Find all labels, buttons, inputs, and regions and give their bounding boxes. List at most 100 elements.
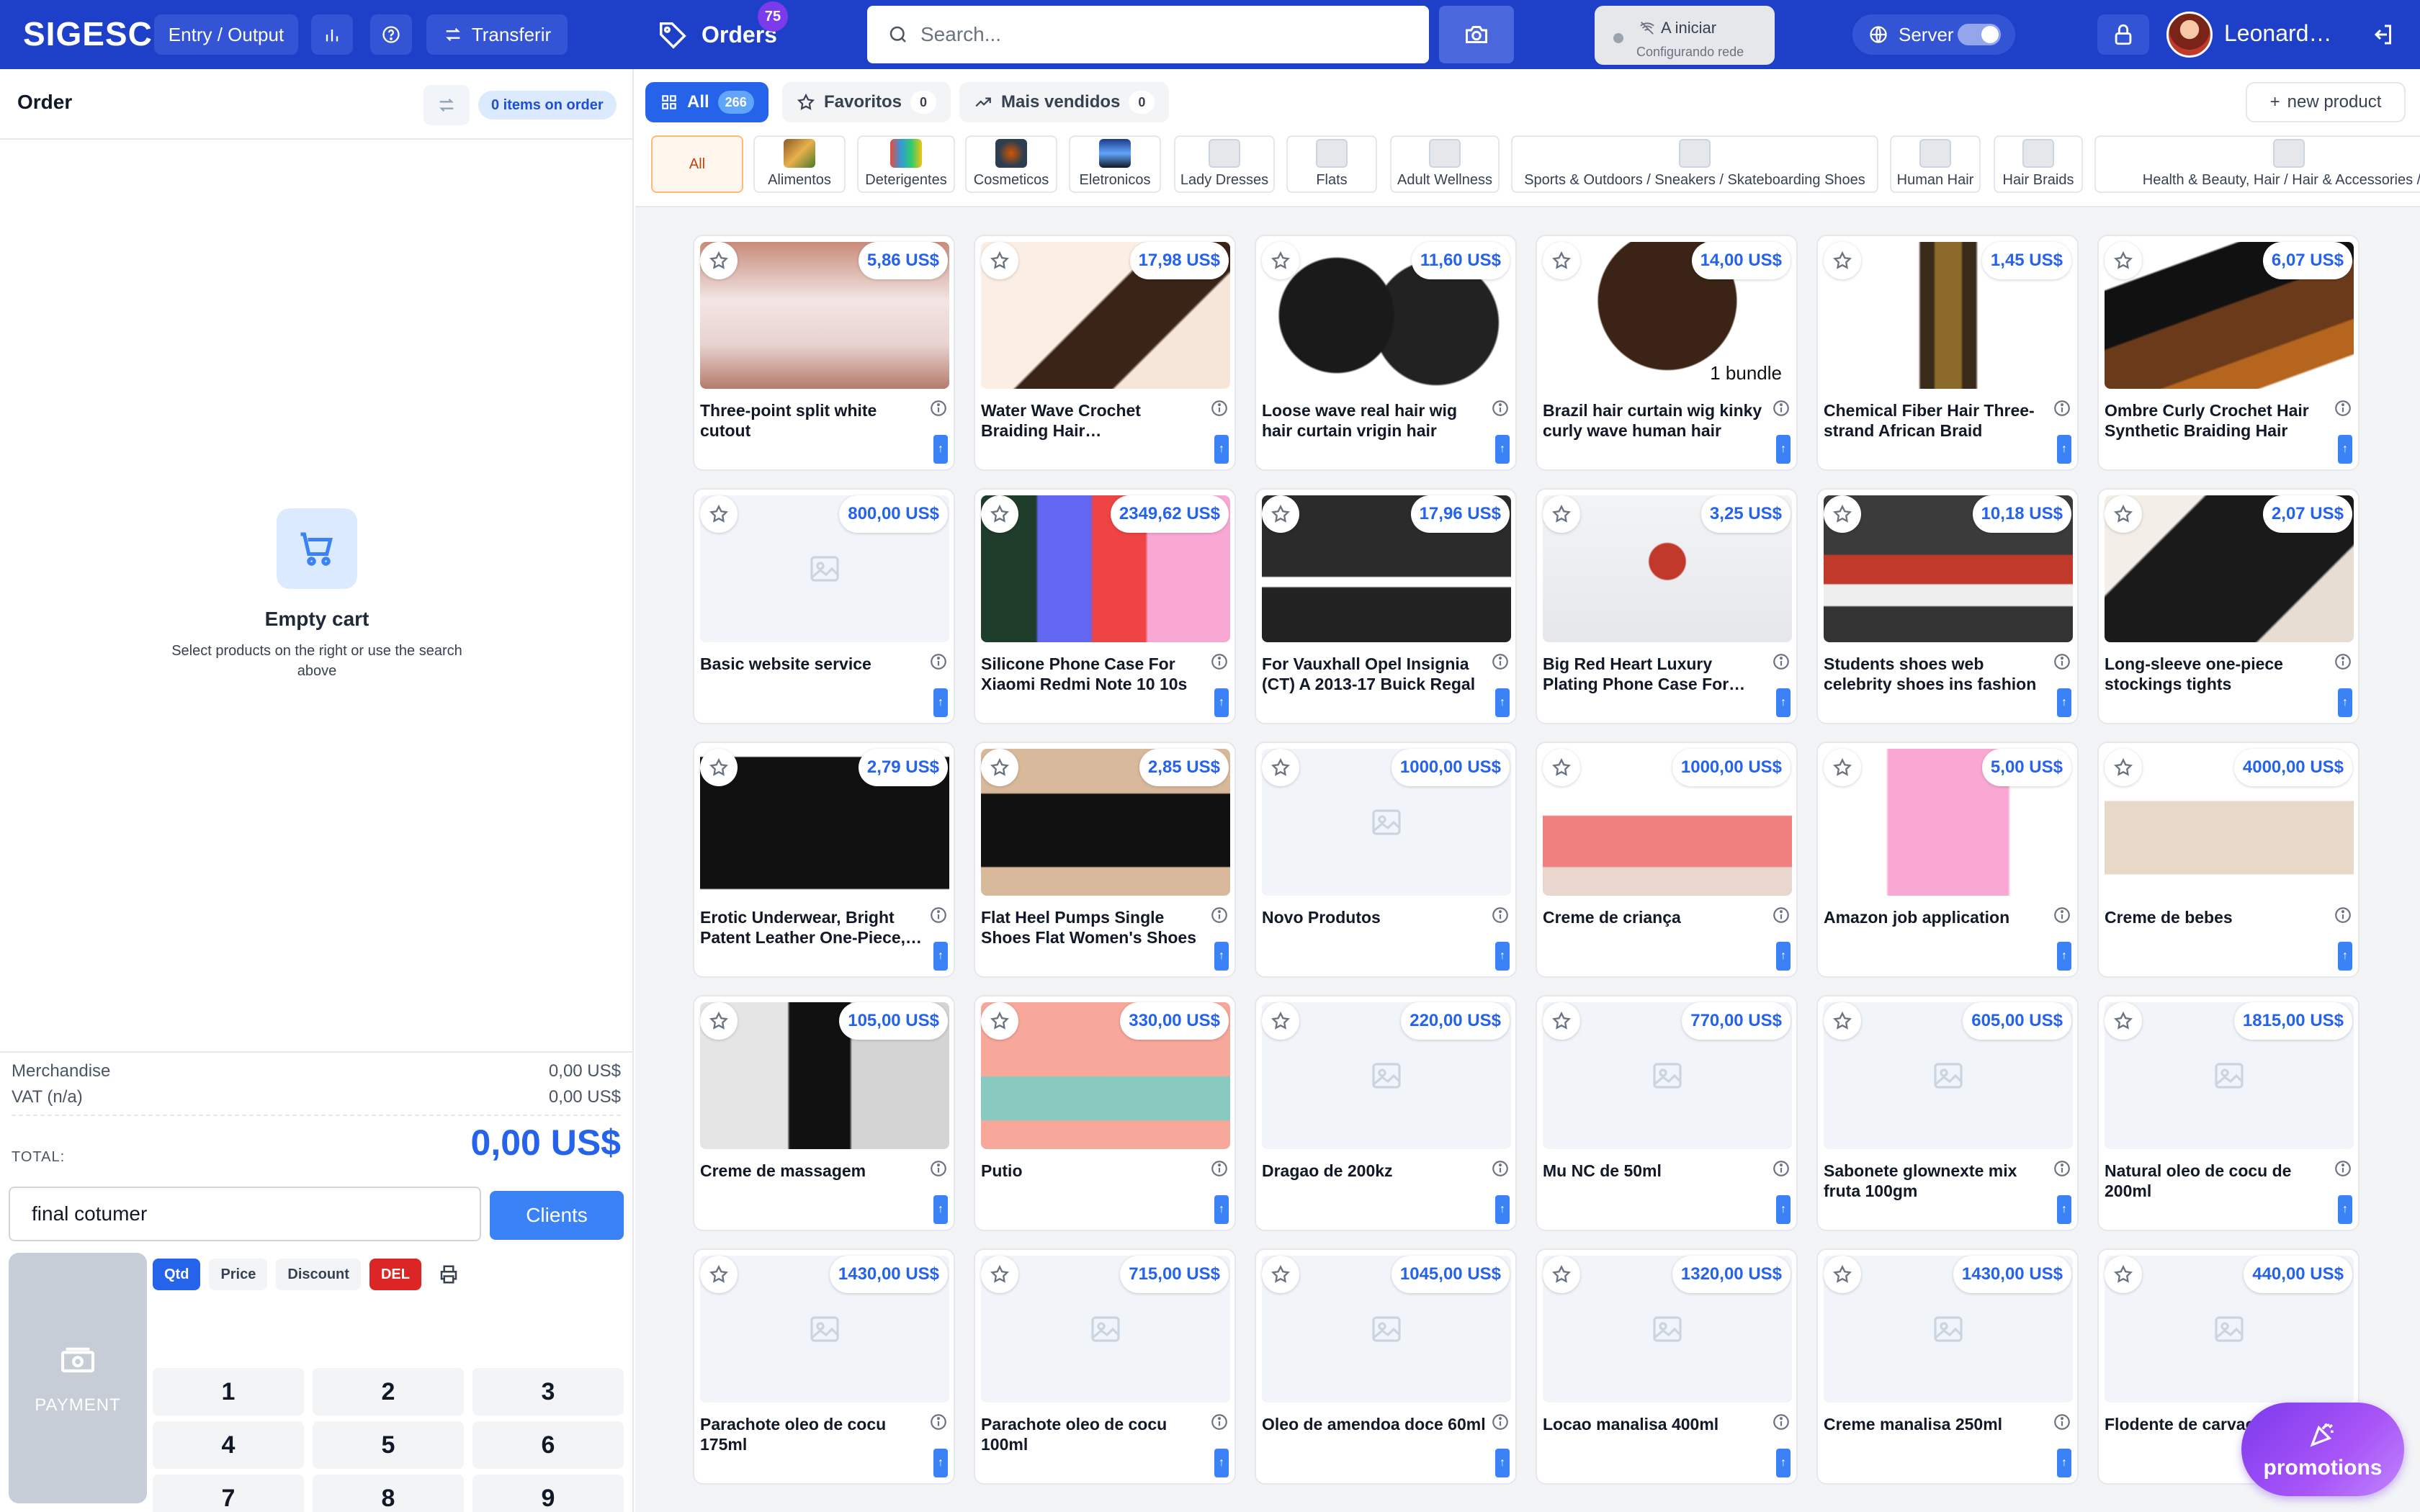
add-to-order-button[interactable]: ↑: [933, 1449, 948, 1477]
add-to-order-button[interactable]: ↑: [933, 942, 948, 971]
product-card[interactable]: 11,60 US$ Loose wave real hair wig hair c…: [1255, 235, 1517, 471]
avatar[interactable]: [2166, 12, 2213, 58]
favorite-button[interactable]: [2105, 1002, 2142, 1040]
product-card[interactable]: 220,00 US$ Dragao de 200kz ↑: [1255, 995, 1517, 1231]
info-button[interactable]: [1210, 399, 1229, 418]
add-to-order-button[interactable]: ↑: [2057, 688, 2071, 717]
promotions-button[interactable]: promotions: [2241, 1403, 2404, 1496]
add-to-order-button[interactable]: ↑: [933, 435, 948, 464]
product-card[interactable]: 715,00 US$ Parachote oleo de cocu 100ml ↑: [974, 1248, 1236, 1485]
category-adult-wellness[interactable]: Adult Wellness: [1390, 135, 1500, 193]
logout-icon[interactable]: [2370, 22, 2396, 48]
info-button[interactable]: [2334, 652, 2352, 671]
info-button[interactable]: [2334, 906, 2352, 924]
category-all[interactable]: All: [651, 135, 743, 193]
info-button[interactable]: [2053, 1413, 2071, 1431]
favorite-button[interactable]: [981, 1002, 1018, 1040]
server-switch[interactable]: [1958, 24, 2001, 45]
category-health-beauty[interactable]: Health & Beauty, Hair / Hair & Accessori…: [2094, 135, 2420, 193]
client-field[interactable]: final cotumer: [9, 1187, 481, 1241]
product-card[interactable]: 770,00 US$ Mu NC de 50ml ↑: [1536, 995, 1798, 1231]
info-button[interactable]: [1491, 399, 1510, 418]
add-to-order-button[interactable]: ↑: [1495, 942, 1510, 971]
favorite-button[interactable]: [700, 495, 738, 533]
add-to-order-button[interactable]: ↑: [2338, 1195, 2352, 1224]
product-card[interactable]: 1430,00 US$ Creme manalisa 250ml ↑: [1816, 1248, 2079, 1485]
info-button[interactable]: [929, 399, 948, 418]
favorite-button[interactable]: [981, 495, 1018, 533]
favorite-button[interactable]: [981, 242, 1018, 279]
product-card[interactable]: 1000,00 US$ Creme de criança ↑: [1536, 742, 1798, 978]
new-product-button[interactable]: + new product: [2246, 82, 2406, 122]
key-3[interactable]: 3: [472, 1368, 624, 1416]
product-card[interactable]: 1 bundle 14,00 US$ Brazil hair curtain wig…: [1536, 235, 1798, 471]
add-to-order-button[interactable]: ↑: [1214, 435, 1229, 464]
category-deterigentes[interactable]: Deterigentes: [857, 135, 955, 193]
help-button[interactable]: [370, 14, 412, 55]
swap-order-button[interactable]: [424, 85, 470, 125]
lock-button[interactable]: [2097, 14, 2149, 55]
category-alimentos[interactable]: Alimentos: [753, 135, 846, 193]
favorite-button[interactable]: [981, 1256, 1018, 1293]
product-card[interactable]: 605,00 US$ Sabonete glownexte mix fruta 1…: [1816, 995, 2079, 1231]
mode-qtd-button[interactable]: Qtd: [153, 1259, 201, 1290]
payment-button[interactable]: PAYMENT: [9, 1253, 147, 1503]
add-to-order-button[interactable]: ↑: [2057, 942, 2071, 971]
add-to-order-button[interactable]: ↑: [1776, 688, 1791, 717]
transfer-button[interactable]: Transferir: [426, 14, 568, 55]
favorite-button[interactable]: [1262, 1002, 1299, 1040]
favorite-button[interactable]: [1824, 495, 1861, 533]
add-to-order-button[interactable]: ↑: [933, 688, 948, 717]
tab-bestsellers[interactable]: Mais vendidos 0: [959, 82, 1170, 122]
info-button[interactable]: [1772, 1413, 1791, 1431]
add-to-order-button[interactable]: ↑: [2338, 688, 2352, 717]
add-to-order-button[interactable]: ↑: [1776, 1195, 1791, 1224]
add-to-order-button[interactable]: ↑: [1495, 435, 1510, 464]
product-card[interactable]: 5,00 US$ Amazon job application ↑: [1816, 742, 2079, 978]
server-toggle[interactable]: Server: [1852, 14, 2015, 55]
favorite-button[interactable]: [1262, 1256, 1299, 1293]
product-card[interactable]: 2,79 US$ Erotic Underwear, Bright Patent …: [693, 742, 955, 978]
user-name[interactable]: Leonardo R...: [2224, 20, 2332, 47]
info-button[interactable]: [1772, 652, 1791, 671]
info-button[interactable]: [929, 906, 948, 924]
add-to-order-button[interactable]: ↑: [1495, 1195, 1510, 1224]
key-2[interactable]: 2: [313, 1368, 464, 1416]
info-button[interactable]: [929, 1413, 948, 1431]
delete-button[interactable]: DEL: [369, 1259, 421, 1290]
favorite-button[interactable]: [1262, 242, 1299, 279]
mode-discount-button[interactable]: Discount: [276, 1259, 361, 1290]
product-card[interactable]: 330,00 US$ Putio ↑: [974, 995, 1236, 1231]
category-sports-outdoors[interactable]: Sports & Outdoors / Sneakers / Skateboar…: [1511, 135, 1878, 193]
info-button[interactable]: [929, 1159, 948, 1178]
product-card[interactable]: 2349,62 US$ Silicone Phone Case For Xiaom…: [974, 488, 1236, 724]
favorite-button[interactable]: [700, 1256, 738, 1293]
clients-button[interactable]: Clients: [490, 1191, 624, 1240]
orders-button[interactable]: Orders 75: [657, 1, 788, 55]
info-button[interactable]: [2053, 399, 2071, 418]
favorite-button[interactable]: [1543, 242, 1580, 279]
info-button[interactable]: [1772, 399, 1791, 418]
product-card[interactable]: 2,07 US$ Long-sleeve one-piece stockings …: [2097, 488, 2360, 724]
key-7[interactable]: 7: [153, 1475, 304, 1512]
key-6[interactable]: 6: [472, 1421, 624, 1469]
info-button[interactable]: [2053, 652, 2071, 671]
info-button[interactable]: [1491, 652, 1510, 671]
product-card[interactable]: 3,25 US$ Big Red Heart Luxury Plating Pho…: [1536, 488, 1798, 724]
info-button[interactable]: [1772, 906, 1791, 924]
favorite-button[interactable]: [1824, 1256, 1861, 1293]
info-button[interactable]: [1491, 1159, 1510, 1178]
product-card[interactable]: 1000,00 US$ Novo Produtos ↑: [1255, 742, 1517, 978]
add-to-order-button[interactable]: ↑: [2338, 435, 2352, 464]
product-card[interactable]: 800,00 US$ Basic website service ↑: [693, 488, 955, 724]
category-flats[interactable]: Flats: [1286, 135, 1377, 193]
add-to-order-button[interactable]: ↑: [2057, 1195, 2071, 1224]
favorite-button[interactable]: [1824, 1002, 1861, 1040]
key-8[interactable]: 8: [313, 1475, 464, 1512]
info-button[interactable]: [1772, 1159, 1791, 1178]
favorite-button[interactable]: [981, 749, 1018, 786]
info-button[interactable]: [1491, 906, 1510, 924]
product-card[interactable]: 10,18 US$ Students shoes web celebrity sh…: [1816, 488, 2079, 724]
add-to-order-button[interactable]: ↑: [1214, 688, 1229, 717]
info-button[interactable]: [1491, 1413, 1510, 1431]
